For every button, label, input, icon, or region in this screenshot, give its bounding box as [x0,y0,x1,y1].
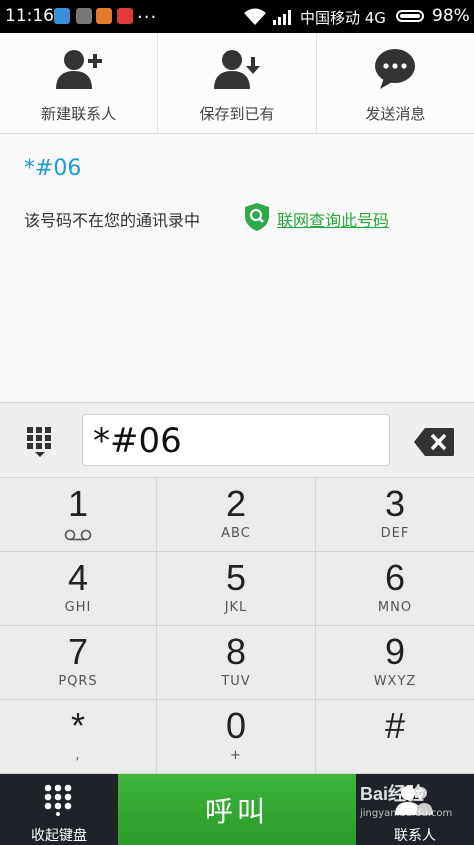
status-time: 11:16 [5,6,54,26]
key-digit: 8 [225,631,247,672]
baidu-watermark-url: jingyan.baidu.com [360,808,453,819]
call-button[interactable]: 呼叫 [118,774,356,845]
photo-icon [76,8,92,24]
key-digit: 5 [225,557,247,598]
battery-icon [396,10,424,22]
key-letters: ABC [221,526,251,541]
keypad-collapse-icon [44,784,72,816]
key-letters: WXYZ [373,674,417,689]
contacts-label: 联系人 [394,828,436,844]
key-letters: JKL [224,600,248,615]
key-digit: 6 [384,557,406,598]
lookup-number-link[interactable]: 联网查询此号码 [277,207,389,231]
key-4[interactable]: 4 GHI [0,552,157,626]
key-letters: PQRS [58,674,98,689]
key-digit: 9 [384,631,406,672]
key-digit: 1 [67,483,89,524]
key-8[interactable]: 8 TUV [157,626,316,700]
battery-percent: 98% [432,6,470,26]
number-info-panel: *#06 该号码不在您的通讯录中 联网查询此号码 [0,134,474,402]
dial-input-row: *#06 [0,402,474,478]
backspace-icon[interactable] [413,427,455,457]
alarm-icon [117,8,133,24]
dialpad-icon[interactable] [25,425,55,459]
signal-icon [273,10,291,25]
message-icon [375,49,416,89]
save-to-existing-label: 保存到已有 [199,105,275,123]
key-digit: 3 [384,483,406,524]
call-label: 呼叫 [204,795,269,828]
not-in-contacts-text: 该号码不在您的通讯录中 [24,211,201,230]
key-letters: TUV [221,674,251,689]
key-9[interactable]: 9 WXYZ [316,626,474,700]
key-letters: DEF [380,526,410,541]
key-letters: MNO [377,600,413,615]
save-to-existing-button[interactable]: 保存到已有 [158,33,317,133]
shield-search-icon[interactable] [243,202,271,232]
number-input-field[interactable]: *#06 [82,414,390,466]
dial-keypad: 1 2 ABC 3 DEF 4 GHI 5 JKL 6 MNO 7 PQRS 8… [0,478,474,774]
key-letters: GHI [64,600,92,615]
key-digit: 2 [225,483,247,524]
key-digit: * [70,705,85,746]
wifi-icon [244,8,266,25]
send-message-label: 发送消息 [365,105,426,123]
key-7[interactable]: 7 PQRS [0,626,157,700]
key-2[interactable]: 2 ABC [157,478,316,552]
key-hash[interactable]: # [316,700,474,774]
key-5[interactable]: 5 JKL [157,552,316,626]
key-letters: + [230,748,242,763]
dialed-number: *#06 [24,156,82,181]
key-letters: , [75,748,81,763]
compass-icon [96,8,112,24]
more-notifications: ... [137,2,158,23]
key-digit: 7 [67,631,89,672]
send-message-button[interactable]: 发送消息 [317,33,474,133]
weibo-icon [54,8,70,24]
baidu-watermark: Bai经验 [360,784,425,804]
key-digit: 4 [67,557,89,598]
key-star[interactable]: * , [0,700,157,774]
new-contact-button[interactable]: 新建联系人 [0,33,159,133]
key-3[interactable]: 3 DEF [316,478,474,552]
carrier-label: 中国移动 4G [300,9,386,27]
collapse-keypad-label: 收起键盘 [31,828,87,844]
status-bar: 11:16 ... 中国移动 4G 98% [0,0,474,33]
contact-actions-bar: 新建联系人 保存到已有 发送消息 [0,33,474,134]
save-contact-icon [213,50,260,89]
key-6[interactable]: 6 MNO [316,552,474,626]
key-0[interactable]: 0 + [157,700,316,774]
voicemail-icon [64,529,92,541]
key-digit: 0 [225,705,247,746]
new-contact-label: 新建联系人 [41,105,117,123]
add-contact-icon [55,50,102,89]
collapse-keypad-button[interactable]: 收起键盘 [0,774,118,845]
key-1[interactable]: 1 [0,478,157,552]
key-digit: # [384,705,406,746]
